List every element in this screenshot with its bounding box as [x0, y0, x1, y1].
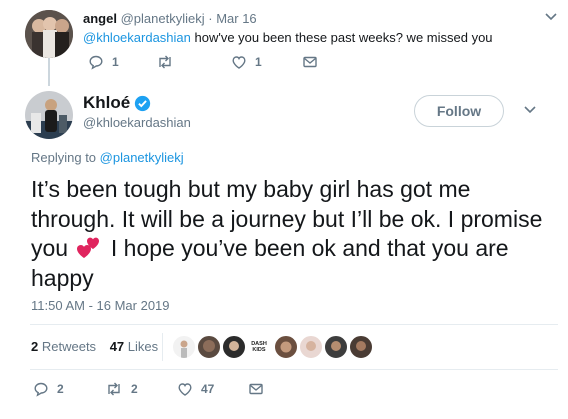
tweet-text: It’s been tough but my baby girl has got…: [31, 175, 546, 293]
stats-separator: [162, 333, 163, 361]
liker-avatar-3[interactable]: [222, 335, 246, 359]
tweet-likes-count: 47: [201, 382, 215, 396]
heart-icon: [231, 54, 247, 70]
reply-date[interactable]: Mar 16: [216, 11, 256, 26]
likes-stat[interactable]: 47 Likes: [110, 339, 158, 354]
reply-more-chevron-icon[interactable]: [545, 13, 557, 21]
reply-dm-action[interactable]: [302, 54, 318, 70]
two-hearts-emoji-icon: [74, 236, 104, 260]
dash-kids-line2: KIDS: [252, 347, 266, 353]
divider-top: [30, 324, 558, 325]
tweet-reply-action[interactable]: 2: [33, 381, 64, 397]
tweet-stats: 2 Retweets 47 Likes: [31, 339, 158, 354]
divider-bottom: [30, 369, 558, 370]
replying-to: Replying to @planetkyliekj: [31, 150, 184, 165]
liker-avatar-6[interactable]: [299, 335, 323, 359]
tweet-replies-count: 2: [57, 382, 64, 396]
liker-avatar-dash-kids[interactable]: DASH KIDS: [247, 335, 271, 359]
retweet-icon: [105, 381, 123, 397]
verified-badge-icon: [134, 95, 151, 112]
reply-header: angel @planetkyliekj · Mar 16: [83, 11, 257, 26]
tweet-author: Khloé: [83, 93, 151, 113]
reply-author-name[interactable]: angel: [83, 11, 117, 26]
likes-label: Likes: [127, 339, 159, 354]
reply-retweet-action[interactable]: [156, 54, 182, 70]
liker-avatar-1[interactable]: [172, 335, 196, 359]
reply-mention-link[interactable]: @khloekardashian: [83, 30, 191, 45]
likes-count: 47: [109, 339, 125, 354]
tweet-retweet-action[interactable]: 2: [105, 381, 138, 397]
envelope-icon: [248, 381, 264, 397]
retweet-icon: [156, 54, 174, 70]
liker-avatar-8[interactable]: [349, 335, 373, 359]
tweet-more-chevron-icon[interactable]: [524, 106, 536, 114]
retweets-label: Retweets: [41, 339, 97, 354]
liker-avatar-7[interactable]: [324, 335, 348, 359]
reply-replies-count: 1: [112, 55, 119, 69]
reply-separator: ·: [208, 11, 213, 26]
replying-to-handle-link[interactable]: @planetkyliekj: [100, 150, 184, 165]
reply-likes-count: 1: [255, 55, 262, 69]
tweet-retweets-count: 2: [131, 382, 138, 396]
reply-bubble-icon: [88, 54, 104, 70]
liker-avatar-5[interactable]: [274, 335, 298, 359]
reply-author-handle[interactable]: @planetkyliekj: [121, 11, 205, 26]
thread-connector-line: [48, 58, 50, 86]
retweets-count: 2: [31, 339, 39, 354]
replying-to-prefix: Replying to: [31, 150, 100, 165]
tweet-author-name[interactable]: Khloé: [83, 93, 130, 113]
reply-body: how've you been these past weeks? we mis…: [190, 30, 493, 45]
liker-avatar-2[interactable]: [197, 335, 221, 359]
reply-text: @khloekardashian how've you been these p…: [83, 30, 493, 45]
reply-reply-action[interactable]: 1: [88, 54, 119, 70]
tweet-dm-action[interactable]: [248, 381, 264, 397]
reply-bubble-icon: [33, 381, 49, 397]
avatar-angel[interactable]: [25, 10, 73, 58]
follow-button[interactable]: Follow: [414, 95, 504, 127]
tweet-like-action[interactable]: 47: [177, 381, 214, 397]
envelope-icon: [302, 54, 318, 70]
reply-like-action[interactable]: 1: [231, 54, 262, 70]
tweet-author-handle[interactable]: @khloekardashian: [83, 115, 191, 130]
heart-icon: [177, 381, 193, 397]
tweet-timestamp[interactable]: 11:50 AM - 16 Mar 2019: [31, 298, 170, 313]
retweets-stat[interactable]: 2 Retweets: [31, 339, 96, 354]
avatar-khloe[interactable]: [25, 91, 73, 139]
